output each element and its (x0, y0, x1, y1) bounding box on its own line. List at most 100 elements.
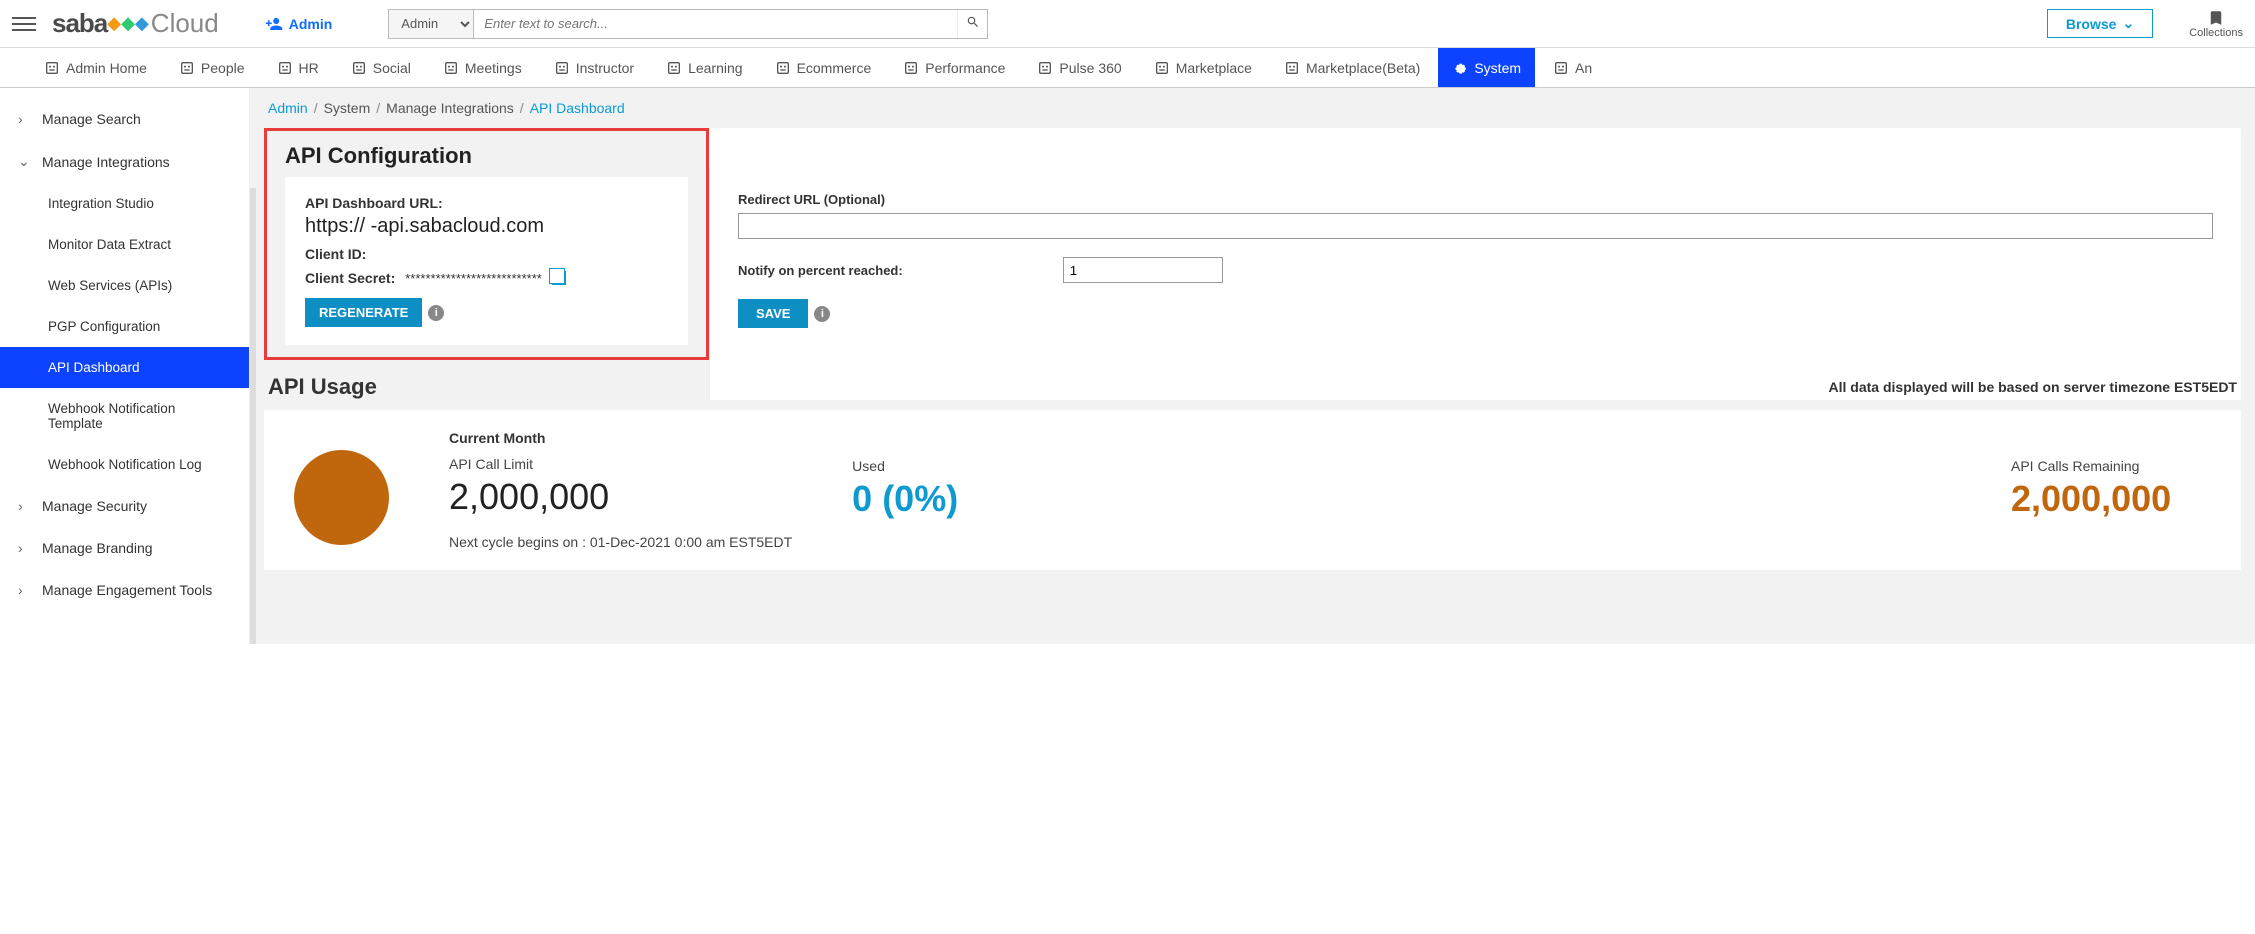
body-layout: ›Manage Search⌄Manage IntegrationsIntegr… (0, 88, 2255, 644)
tab-label: Learning (688, 60, 743, 76)
breadcrumb-item[interactable]: API Dashboard (530, 100, 625, 116)
sidebar-item-manage-engagement-tools[interactable]: › Manage Engagement Tools (0, 569, 249, 611)
logo-suffix-text: Cloud (151, 8, 219, 39)
tab-pulse-360[interactable]: Pulse 360 (1023, 48, 1135, 87)
breadcrumb-item[interactable]: Admin (268, 100, 308, 116)
info-icon[interactable]: i (428, 305, 444, 321)
notify-percent-input[interactable] (1063, 257, 1223, 283)
sidebar-item-web-services-apis-[interactable]: Web Services (APIs) (0, 265, 249, 306)
left-sidebar: ›Manage Search⌄Manage IntegrationsIntegr… (0, 88, 250, 644)
main-content: Admin/System/Manage Integrations/API Das… (250, 88, 2255, 644)
api-limit-value: 2,000,000 (449, 476, 792, 518)
api-usage-card: Current Month API Call Limit 2,000,000 N… (264, 410, 2241, 570)
redirect-url-input[interactable] (738, 213, 2213, 239)
sidebar-item-manage-branding[interactable]: › Manage Branding (0, 527, 249, 569)
remaining-value: 2,000,000 (2011, 478, 2211, 520)
browse-label: Browse (2066, 16, 2117, 32)
sidebar-item-label: Manage Engagement Tools (42, 582, 212, 598)
tab-admin-home[interactable]: Admin Home (30, 48, 161, 87)
sidebar-item-pgp-configuration[interactable]: PGP Configuration (0, 306, 249, 347)
sidebar-item-label: Manage Security (42, 498, 147, 514)
chevron-down-icon: ⌄ (2122, 15, 2134, 32)
info-icon[interactable]: i (814, 306, 830, 322)
primary-nav-tabs: Admin Home People HR Social Meetings Instruct… (0, 48, 2255, 88)
tab-an[interactable]: An (1539, 48, 1606, 87)
search-scope-dropdown[interactable]: Admin (389, 10, 474, 38)
tab-label: An (1575, 60, 1592, 76)
sidebar-item-label: Manage Search (42, 111, 141, 127)
sidebar-item-api-dashboard[interactable]: API Dashboard (0, 347, 249, 388)
regenerate-button[interactable]: REGENERATE (305, 298, 422, 327)
api-usage-title: API Usage (268, 374, 377, 400)
tab-system[interactable]: System (1438, 48, 1535, 87)
collections-label: Collections (2189, 27, 2243, 39)
used-label: Used (852, 458, 1052, 474)
breadcrumb-item: Manage Integrations (386, 100, 514, 116)
sidebar-item-manage-integrations[interactable]: ⌄ Manage Integrations (0, 140, 249, 183)
timezone-note: All data displayed will be based on serv… (1829, 379, 2237, 395)
sidebar-item-manage-security[interactable]: ›Manage Security (0, 485, 249, 527)
person-add-icon (265, 15, 283, 33)
global-search: Admin (388, 9, 988, 39)
chevron-icon: ⌄ (18, 153, 32, 170)
sidebar-item-label: Monitor Data Extract (48, 237, 171, 252)
sidebar-item-integration-studio[interactable]: Integration Studio (0, 183, 249, 224)
tab-meetings[interactable]: Meetings (429, 48, 536, 87)
breadcrumb-item: System (324, 100, 371, 116)
chevron-icon: › (18, 540, 32, 556)
breadcrumb-separator: / (520, 100, 524, 116)
sidebar-item-manage-search[interactable]: ›Manage Search (0, 98, 249, 140)
tab-label: Marketplace (1176, 60, 1252, 76)
tab-marketplace[interactable]: Marketplace (1140, 48, 1266, 87)
api-config-section: API Configuration API Dashboard URL: htt… (250, 128, 2255, 374)
copy-icon[interactable] (552, 271, 566, 285)
current-user-link[interactable]: Admin (265, 15, 333, 33)
sidebar-item-label: Integration Studio (48, 196, 154, 211)
product-logo[interactable]: saba ◆◆◆ Cloud (52, 9, 219, 39)
tab-label: Performance (925, 60, 1005, 76)
sidebar-item-label: Webhook Notification Template (48, 401, 231, 431)
tab-label: HR (299, 60, 319, 76)
collections-button[interactable]: Collections (2189, 9, 2243, 39)
next-cycle-note: Next cycle begins on : 01-Dec-2021 0:00 … (449, 534, 792, 550)
sidebar-item-label: Manage Branding (42, 540, 153, 556)
used-stat: Used 0 (0%) (852, 452, 1052, 520)
search-button[interactable] (957, 10, 987, 38)
api-config-card: API Dashboard URL: https:// -api.sabaclo… (285, 177, 688, 345)
hamburger-menu-icon[interactable] (12, 12, 36, 36)
tab-performance[interactable]: Performance (889, 48, 1019, 87)
tab-social[interactable]: Social (337, 48, 425, 87)
sidebar-item-label: Manage Integrations (42, 154, 170, 170)
tab-hr[interactable]: HR (263, 48, 333, 87)
sidebar-item-label: Web Services (APIs) (48, 278, 172, 293)
tab-label: Social (373, 60, 411, 76)
tab-people[interactable]: People (165, 48, 259, 87)
scrollbar-track[interactable] (250, 188, 256, 644)
breadcrumb-separator: / (314, 100, 318, 116)
browse-button[interactable]: Browse ⌄ (2047, 9, 2153, 38)
tab-learning[interactable]: Learning (652, 48, 757, 87)
tab-label: System (1474, 60, 1521, 76)
api-config-title: API Configuration (285, 143, 688, 169)
api-config-right-card: Redirect URL (Optional) Notify on percen… (709, 128, 2241, 360)
tab-label: Meetings (465, 60, 522, 76)
search-icon (966, 15, 980, 29)
tab-marketplace-beta-[interactable]: Marketplace(Beta) (1270, 48, 1434, 87)
remaining-label: API Calls Remaining (2011, 458, 2211, 474)
tab-instructor[interactable]: Instructor (540, 48, 648, 87)
sidebar-item-label: PGP Configuration (48, 319, 160, 334)
tab-label: People (201, 60, 245, 76)
notify-percent-label: Notify on percent reached: (738, 263, 903, 278)
sidebar-item-webhook-notification-template[interactable]: Webhook Notification Template (0, 388, 249, 444)
tab-ecommerce[interactable]: Ecommerce (761, 48, 886, 87)
breadcrumb: Admin/System/Manage Integrations/API Das… (250, 88, 2255, 128)
chevron-icon: › (18, 582, 32, 598)
remaining-stat: API Calls Remaining 2,000,000 (2011, 452, 2211, 520)
dashboard-url-label: API Dashboard URL: (305, 195, 668, 211)
tab-label: Admin Home (66, 60, 147, 76)
save-button[interactable]: SAVE (738, 299, 808, 328)
search-input[interactable] (474, 10, 957, 38)
sidebar-item-monitor-data-extract[interactable]: Monitor Data Extract (0, 224, 249, 265)
logo-brand-text: saba (52, 8, 107, 39)
sidebar-item-webhook-notification-log[interactable]: Webhook Notification Log (0, 444, 249, 485)
